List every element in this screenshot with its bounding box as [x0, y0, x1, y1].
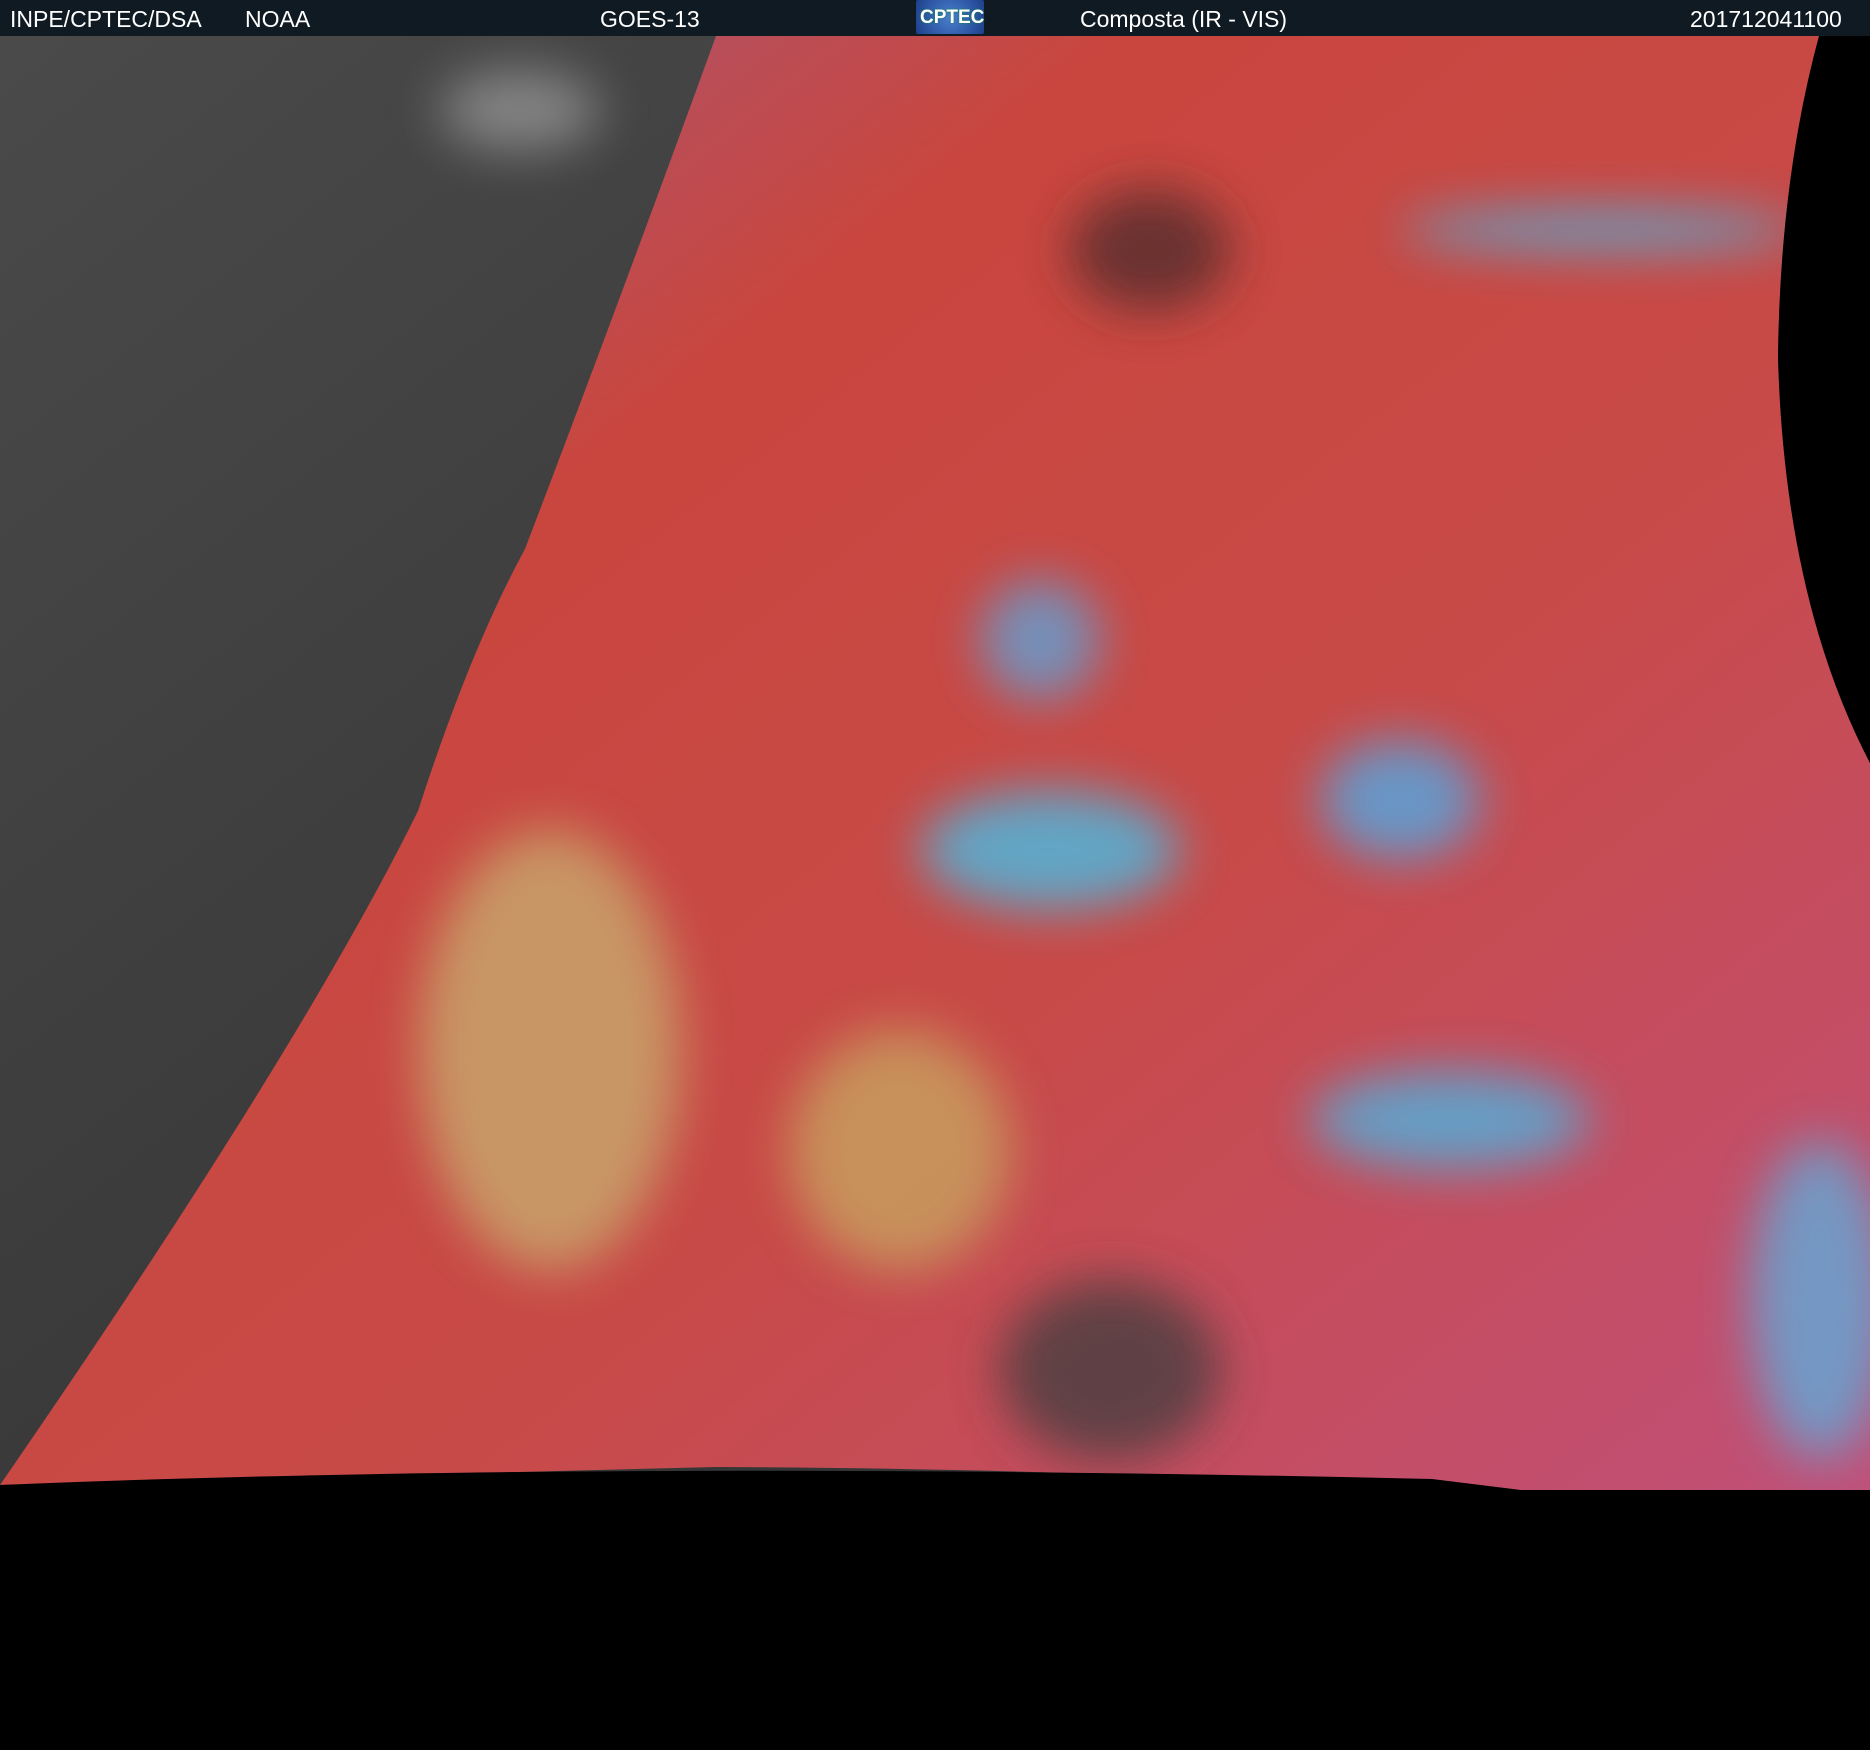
timestamp-label: 201712041100 — [1690, 6, 1842, 32]
agency-label: INPE/CPTEC/DSA — [10, 6, 202, 32]
logo-text: CPTEC — [920, 7, 985, 28]
product-label: Composta (IR - VIS) — [1080, 6, 1288, 32]
partner-label: NOAA — [245, 6, 311, 32]
cptec-logo: CPTEC — [916, 0, 984, 34]
no-data-bottom-edge — [0, 1470, 1870, 1750]
satellite-image — [0, 36, 1870, 1750]
satellite-label: GOES-13 — [600, 6, 700, 32]
header-bar: INPE/CPTEC/DSA NOAA GOES-13 CPTEC Compos… — [0, 0, 1870, 36]
